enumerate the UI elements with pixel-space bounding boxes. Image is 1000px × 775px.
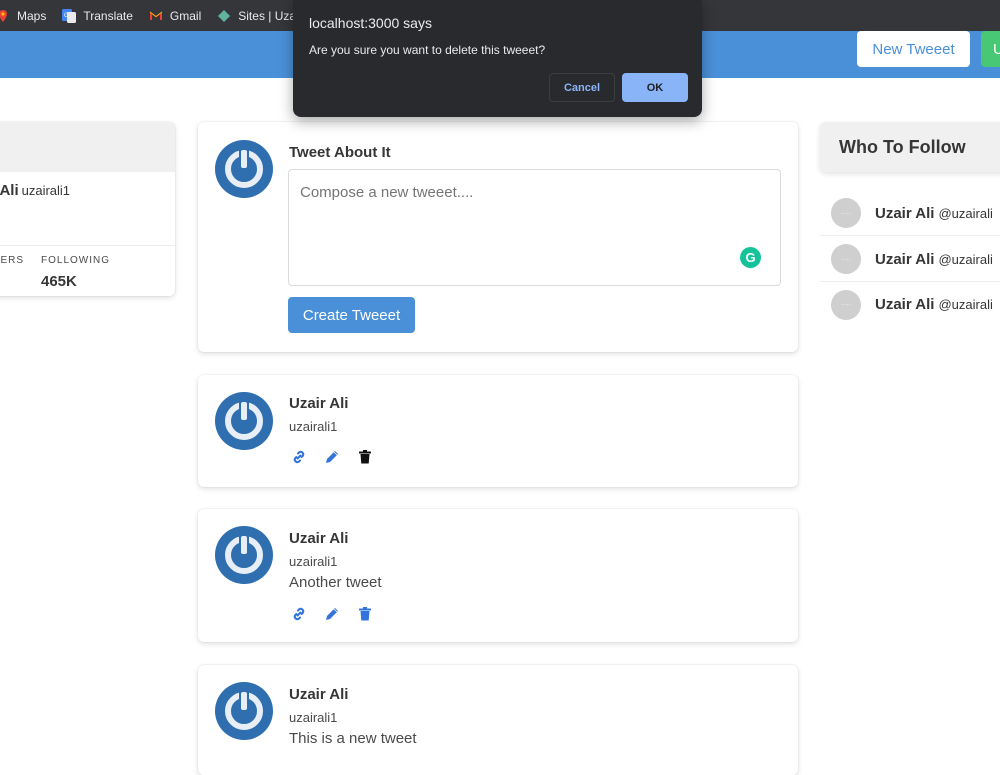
- follow-user-item[interactable]: ···· Uzair Ali @uzairali: [820, 237, 1000, 282]
- following-label: FOLLOWING: [41, 255, 111, 266]
- tweet-author-name: Uzair Ali: [289, 395, 349, 412]
- tweet-card: Uzair Ali uzairali1 This is a new tweet: [198, 665, 798, 775]
- translate-icon: G: [62, 8, 77, 23]
- follow-user-handle: @uzairali: [938, 205, 993, 221]
- bookmark-maps[interactable]: Maps: [0, 0, 46, 31]
- compose-card: Tweet About It G Create Tweeet: [198, 122, 798, 352]
- bookmark-gmail[interactable]: Gmail: [149, 0, 201, 31]
- tweet-actions: [291, 606, 373, 622]
- dialog-title: localhost:3000 says: [309, 15, 432, 31]
- follow-avatar: ····: [831, 244, 861, 274]
- user-button[interactable]: U: [981, 31, 1000, 67]
- edit-pencil-icon[interactable]: [324, 449, 340, 465]
- tweet-card: Uzair Ali uzairali1 Another tweet: [198, 509, 798, 642]
- bookmark-label: Sites | Uzai: [238, 8, 299, 23]
- link-icon[interactable]: [291, 606, 307, 622]
- following-count: 465K: [41, 273, 77, 290]
- avatar: [215, 392, 273, 450]
- tweet-author-name: Uzair Ali: [289, 530, 349, 547]
- bookmark-label: Maps: [17, 8, 47, 23]
- avatar: [215, 140, 273, 198]
- avatar: [215, 526, 273, 584]
- dialog-message: Are you sure you want to delete this twe…: [309, 43, 546, 57]
- tweet-card: Uzair Ali uzairali1: [198, 375, 798, 487]
- tweet-author-handle: uzairali1: [289, 710, 338, 725]
- link-icon[interactable]: [291, 449, 307, 465]
- follow-user-name: Uzair Ali: [875, 250, 935, 268]
- who-to-follow-header: Who To Follow: [820, 122, 1000, 172]
- tweet-author-handle: uzairali1: [289, 419, 338, 434]
- profile-card-header: [0, 122, 175, 172]
- tweet-author-handle: uzairali1: [289, 554, 338, 569]
- maps-pin-icon: [0, 9, 10, 23]
- compose-title: Tweet About It: [289, 144, 391, 161]
- tweet-actions: [291, 449, 373, 465]
- confirm-dialog: localhost:3000 says Are you sure you wan…: [293, 0, 702, 117]
- follow-user-item[interactable]: ···· Uzair Ali @uzairali: [820, 191, 1000, 236]
- follow-user-item[interactable]: ···· Uzair Ali @uzairali: [820, 282, 1000, 327]
- profile-handle: uzairali1: [21, 183, 71, 198]
- gmail-icon: [149, 9, 163, 23]
- who-to-follow-title: Who To Follow: [839, 137, 966, 157]
- sites-icon: [217, 9, 231, 23]
- tweet-text: Another tweet: [289, 574, 382, 591]
- profile-card: r Aliuzairali1 WERS FOLLOWING 465K: [0, 122, 175, 296]
- bookmark-label: Gmail: [169, 8, 202, 23]
- grammarly-icon[interactable]: G: [740, 247, 761, 268]
- profile-divider: [0, 245, 175, 246]
- new-tweet-button[interactable]: New Tweeet: [857, 31, 970, 67]
- follow-avatar: ····: [831, 289, 861, 320]
- profile-name: r Ali: [0, 182, 19, 199]
- compose-input[interactable]: [288, 169, 781, 286]
- delete-trash-icon[interactable]: [357, 449, 373, 465]
- dialog-cancel-button[interactable]: Cancel: [549, 73, 615, 102]
- bookmark-translate[interactable]: G Translate: [62, 0, 133, 31]
- follow-avatar: ····: [831, 198, 861, 228]
- edit-pencil-icon[interactable]: [324, 606, 340, 622]
- dialog-ok-button[interactable]: OK: [622, 73, 688, 102]
- svg-text:G: G: [64, 13, 69, 19]
- create-tweet-button[interactable]: Create Tweeet: [288, 297, 415, 333]
- follow-user-name: Uzair Ali: [875, 204, 935, 222]
- follow-user-handle: @uzairali: [938, 297, 993, 312]
- followers-label: WERS: [0, 255, 24, 266]
- tweet-text: This is a new tweet: [289, 730, 417, 747]
- follow-user-name: Uzair Ali: [875, 296, 935, 313]
- profile-name-row: r Aliuzairali1: [0, 182, 70, 199]
- follow-user-handle: @uzairali: [938, 251, 993, 267]
- bookmark-label: Translate: [83, 8, 133, 23]
- bookmark-sites[interactable]: Sites | Uzai: [217, 0, 299, 31]
- avatar: [215, 682, 273, 740]
- tweet-author-name: Uzair Ali: [289, 686, 349, 703]
- delete-trash-icon[interactable]: [357, 606, 373, 622]
